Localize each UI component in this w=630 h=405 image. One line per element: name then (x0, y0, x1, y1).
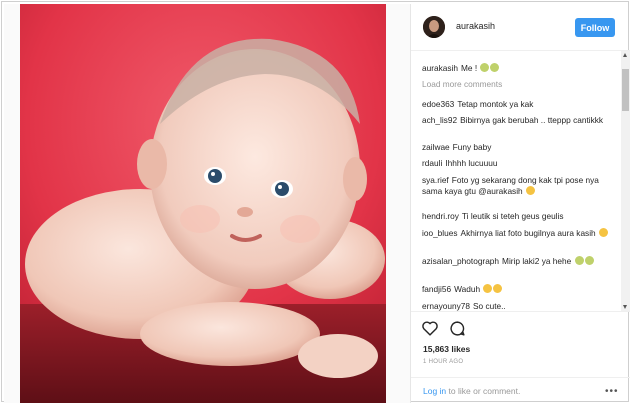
comment-item: zailwae Funy baby (422, 142, 618, 153)
comment-item: ioo_blues Akhirnya liat foto bugilnya aur… (422, 228, 618, 239)
comment-text: Ti leutik si teteh geus geulis (461, 211, 564, 221)
load-more-comments-link[interactable]: Load more comments (422, 79, 502, 89)
login-prompt-text: to like or comment. (448, 386, 521, 396)
comment-item: ach_lis92 Bibirnya gak berubah .. tteppp … (422, 115, 618, 126)
comments-list: aurakasih Me ! Load more comments edoe363… (411, 51, 621, 311)
caption-text: Me ! (460, 63, 478, 73)
comment-item: fandji56 Waduh (422, 284, 618, 295)
likes-count[interactable]: 15,863 likes (423, 344, 470, 354)
post-timestamp[interactable]: 1 HOUR AGO (423, 359, 463, 365)
comment-username[interactable]: hendri.roy (422, 211, 459, 221)
emoji-icon (483, 284, 493, 293)
comment-item: ernayouny78 So cute.. (422, 301, 618, 311)
avatar-image (423, 16, 445, 38)
comment-item: rdauli Ihhhh lucuuuu (422, 158, 618, 169)
login-row: Log in to like or comment. ••• (411, 377, 630, 405)
caption-username[interactable]: aurakasih (422, 63, 458, 73)
comment-text: Bibirnya gak berubah .. tteppp cantikkk (460, 115, 604, 125)
post-actions: 15,863 likes 1 HOUR AGO Log in to like o… (411, 311, 630, 404)
comment-username[interactable]: ioo_blues (422, 228, 458, 238)
scrollbar-thumb[interactable] (622, 69, 629, 111)
comment-item: azisalan_photograph Mirip laki2 ya hehe (422, 256, 618, 267)
comment-item: sya.rief Foto yg sekarang dong kak tpi po… (422, 175, 618, 197)
comment-text: So cute.. (472, 301, 506, 311)
comment-username[interactable]: azisalan_photograph (422, 256, 499, 266)
avatar[interactable] (423, 16, 445, 38)
emoji-icon (584, 256, 594, 265)
comment-text: Funy baby (452, 142, 492, 152)
emoji-icon (493, 284, 503, 293)
emoji-icon (525, 186, 535, 195)
emoji-icon (490, 63, 500, 72)
emoji-icon (574, 256, 584, 265)
comment-text: Ihhhh lucuuuu (445, 158, 498, 168)
instagram-post-frame: aurakasih Follow aurakasih Me ! Load more… (1, 1, 630, 403)
comment-username[interactable]: ach_lis92 (422, 115, 457, 125)
post-header: aurakasih Follow (411, 4, 630, 51)
comment-icon[interactable] (449, 320, 466, 337)
scroll-up-arrow-icon[interactable] (623, 53, 627, 57)
comment-username[interactable]: edoe363 (422, 99, 454, 109)
login-prompt: Log in to like or comment. (423, 386, 520, 396)
comment-username[interactable]: fandji56 (422, 284, 451, 294)
comment-username[interactable]: sya.rief (422, 175, 449, 185)
more-options-icon[interactable]: ••• (605, 386, 619, 397)
post-photo[interactable] (20, 4, 386, 403)
comment-text: Mirip laki2 ya hehe (502, 256, 572, 266)
header-username[interactable]: aurakasih (456, 21, 495, 31)
follow-button[interactable]: Follow (575, 18, 615, 37)
comments-scrollbar[interactable] (621, 51, 630, 311)
comment-username[interactable]: rdauli (422, 158, 442, 168)
emoji-icon (480, 63, 490, 72)
scroll-down-arrow-icon[interactable] (623, 305, 627, 309)
login-link[interactable]: Log in (423, 386, 446, 396)
caption: aurakasih Me ! (422, 63, 618, 74)
comment-username[interactable]: zailwae (422, 142, 450, 152)
comment-text: Tetap montok ya kak (457, 99, 534, 109)
comment-item: hendri.roy Ti leutik si teteh geus geulis (422, 211, 618, 222)
baby-photo-image (20, 4, 386, 403)
comment-text: Waduh (454, 284, 481, 294)
emoji-icon (598, 228, 608, 237)
post-side-panel: aurakasih Follow aurakasih Me ! Load more… (411, 4, 630, 403)
comment-text: Akhirnya liat foto bugilnya aura kasih (460, 228, 596, 238)
comment-item: edoe363 Tetap montok ya kak (422, 99, 618, 110)
photo-area (4, 4, 410, 403)
heart-icon[interactable] (421, 320, 439, 336)
comment-username[interactable]: ernayouny78 (422, 301, 470, 311)
